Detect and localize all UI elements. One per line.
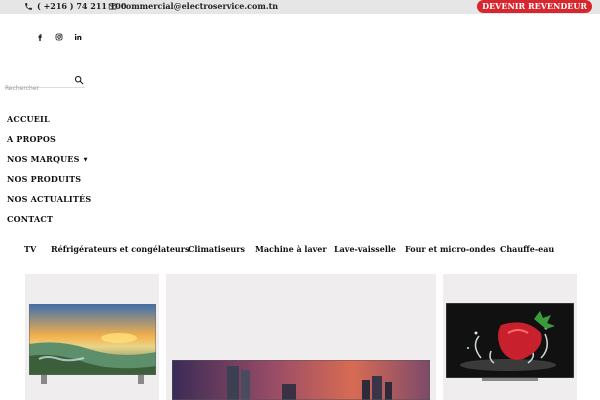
tv-stand-leg — [138, 375, 144, 384]
category-tab-lave-vaisselle[interactable]: Lave-vaisselle — [334, 244, 396, 254]
email-address: commercial@electroservice.com.tn — [121, 1, 279, 11]
nav-item-label: NOS ACTUALITÉS — [7, 194, 92, 204]
instagram-icon[interactable] — [54, 32, 64, 42]
nav-item-nos-produits[interactable]: NOS PRODUITS — [7, 174, 81, 184]
linkedin-icon[interactable] — [73, 32, 83, 42]
nav-item-label: CONTACT — [7, 214, 54, 224]
nav-item-contact[interactable]: CONTACT — [7, 214, 53, 224]
category-tab-refrigerateurs[interactable]: Réfrigérateurs et congélateurs — [51, 244, 189, 254]
tv-stand-leg — [41, 375, 47, 384]
search-input[interactable] — [5, 85, 65, 92]
become-reseller-button[interactable]: DEVENIR REVENDEUR — [477, 0, 592, 13]
category-tab-machine-a-laver[interactable]: Machine à laver — [255, 244, 327, 254]
email-contact[interactable]: commercial@electroservice.com.tn — [108, 1, 278, 11]
nav-item-accueil[interactable]: ACCUEIL — [7, 114, 50, 124]
nav-item-label: NOS PRODUITS — [7, 174, 82, 184]
nav-item-nos-marques[interactable]: NOS MARQUES ▼ — [7, 154, 88, 164]
category-tab-tv[interactable]: TV — [24, 244, 36, 254]
tv-landscape-sunset-image — [29, 304, 156, 384]
category-tabs: TV Réfrigérateurs et congélateurs Climat… — [0, 244, 600, 256]
tv-stand-base — [482, 378, 538, 381]
nav-item-label: NOS MARQUES — [7, 154, 80, 164]
category-tab-four-micro-ondes[interactable]: Four et micro-ondes — [405, 244, 496, 254]
category-tab-climatiseurs[interactable]: Climatiseurs — [188, 244, 245, 254]
facebook-icon[interactable] — [35, 32, 45, 42]
nav-item-label: A PROPOS — [7, 134, 56, 144]
top-bar: ( +216 ) 74 211 100 commercial@electrose… — [0, 0, 600, 14]
mail-icon — [108, 3, 117, 9]
search-bar — [5, 75, 85, 92]
tv-city-skyline-image — [172, 360, 430, 400]
tv-strawberry-splash-image — [446, 303, 574, 381]
nav-item-label: ACCUEIL — [7, 114, 50, 124]
product-card-tv-1[interactable] — [25, 274, 159, 400]
phone-icon — [25, 2, 32, 10]
nav-item-nos-actualites[interactable]: NOS ACTUALITÉS — [7, 194, 91, 204]
category-tab-chauffe-eau[interactable]: Chauffe-eau — [500, 244, 554, 254]
nav-item-a-propos[interactable]: A PROPOS — [7, 134, 56, 144]
product-card-tv-2[interactable] — [166, 274, 436, 400]
caret-down-icon: ▼ — [83, 157, 88, 163]
product-card-tv-3[interactable] — [443, 274, 577, 400]
search-icon[interactable] — [74, 75, 84, 85]
